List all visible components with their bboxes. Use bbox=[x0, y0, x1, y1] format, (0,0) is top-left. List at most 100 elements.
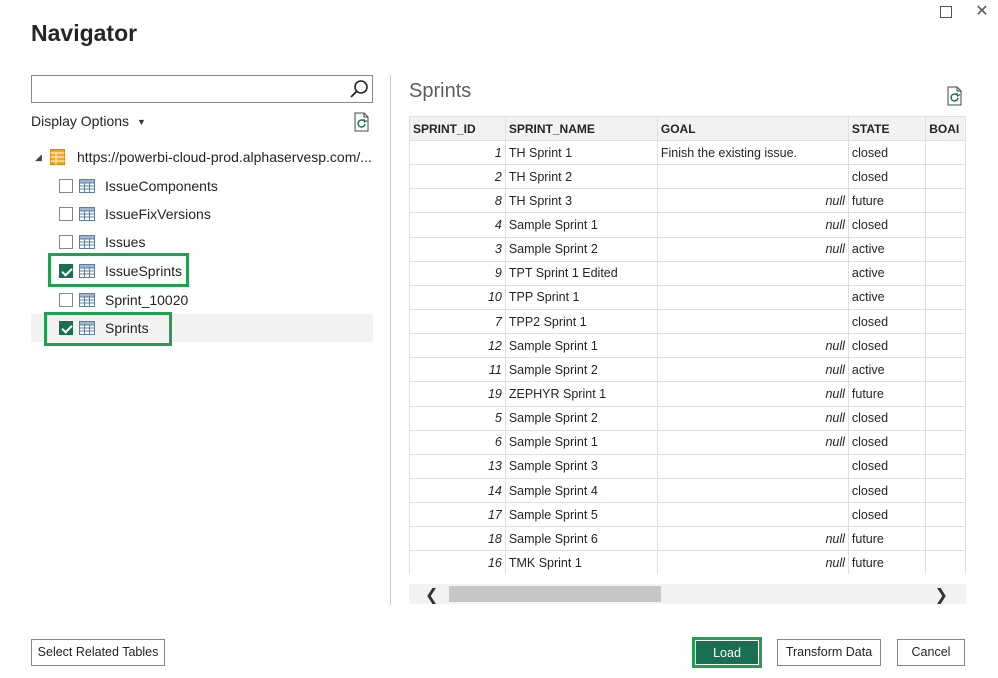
column-header[interactable]: SPRINT_NAME bbox=[505, 117, 657, 141]
cell-goal: null bbox=[657, 358, 848, 382]
cell-goal: null bbox=[657, 237, 848, 261]
cell-sprint-id: 19 bbox=[410, 382, 506, 406]
cell-sprint-name: ZEPHYR Sprint 1 bbox=[505, 382, 657, 406]
cell-goal: null bbox=[657, 406, 848, 430]
cell-goal bbox=[657, 454, 848, 478]
refresh-icon[interactable] bbox=[353, 112, 371, 132]
preview-grid[interactable]: SPRINT_ID SPRINT_NAME GOAL STATE BOAI 1T… bbox=[409, 116, 966, 574]
cell-sprint-name: TPT Sprint 1 Edited bbox=[505, 261, 657, 285]
tree-root-source[interactable]: ◢ https://powerbi-cloud-prod.alphaserves… bbox=[31, 143, 373, 171]
table-row: 9TPT Sprint 1 Editedactive bbox=[410, 261, 966, 285]
cell-sprint-name: Sample Sprint 3 bbox=[505, 454, 657, 478]
scroll-left-icon[interactable]: ❮ bbox=[425, 585, 438, 605]
table-row: 4Sample Sprint 1nullclosed bbox=[410, 213, 966, 237]
null-value: null bbox=[825, 363, 844, 377]
cell-state: closed bbox=[848, 478, 925, 502]
checkbox[interactable] bbox=[59, 179, 73, 193]
tree-item-issuecomponents[interactable]: IssueComponents bbox=[31, 172, 373, 200]
cell-goal: null bbox=[657, 430, 848, 454]
checkbox[interactable] bbox=[59, 235, 73, 249]
cell-board bbox=[926, 454, 966, 478]
tree-item-label: IssueComponents bbox=[105, 172, 218, 200]
cell-board bbox=[926, 309, 966, 333]
table-row: 1TH Sprint 1Finish the existing issue.cl… bbox=[410, 141, 966, 165]
cell-sprint-name: Sample Sprint 4 bbox=[505, 478, 657, 502]
table-row: 5Sample Sprint 2nullclosed bbox=[410, 406, 966, 430]
column-header[interactable]: GOAL bbox=[657, 117, 848, 141]
search-input[interactable] bbox=[31, 75, 373, 103]
cell-goal bbox=[657, 478, 848, 502]
cell-state: closed bbox=[848, 454, 925, 478]
cell-board bbox=[926, 213, 966, 237]
checkbox[interactable] bbox=[59, 207, 73, 221]
null-value: null bbox=[825, 387, 844, 401]
load-button[interactable]: Load bbox=[696, 641, 758, 664]
table-icon bbox=[79, 179, 95, 193]
cell-board bbox=[926, 382, 966, 406]
maximize-icon[interactable] bbox=[936, 2, 956, 22]
display-options-label: Display Options bbox=[31, 113, 129, 129]
database-icon bbox=[50, 149, 65, 165]
column-header[interactable]: SPRINT_ID bbox=[410, 117, 506, 141]
data-table: SPRINT_ID SPRINT_NAME GOAL STATE BOAI 1T… bbox=[409, 116, 966, 574]
checkbox[interactable] bbox=[59, 293, 73, 307]
cell-board bbox=[926, 237, 966, 261]
table-header-row: SPRINT_ID SPRINT_NAME GOAL STATE BOAI bbox=[410, 117, 966, 141]
preview-title: Sprints bbox=[409, 80, 471, 103]
cell-state: closed bbox=[848, 503, 925, 527]
tree-item-issues[interactable]: Issues bbox=[31, 228, 373, 256]
source-url: https://powerbi-cloud-prod.alphaservesp.… bbox=[77, 143, 372, 171]
cell-goal bbox=[657, 503, 848, 527]
search-icon[interactable] bbox=[348, 78, 370, 100]
scroll-right-icon[interactable]: ❯ bbox=[935, 585, 948, 605]
cell-sprint-id: 1 bbox=[410, 141, 506, 165]
cell-goal: null bbox=[657, 334, 848, 358]
tree-item-sprint-10020[interactable]: Sprint_10020 bbox=[31, 286, 373, 314]
table-row: 6Sample Sprint 1nullclosed bbox=[410, 430, 966, 454]
scrollbar-thumb[interactable] bbox=[449, 586, 661, 602]
cell-sprint-id: 8 bbox=[410, 189, 506, 213]
null-value: null bbox=[825, 194, 844, 208]
cancel-button[interactable]: Cancel bbox=[897, 639, 965, 666]
horizontal-scrollbar[interactable]: ❮ ❯ bbox=[409, 584, 966, 604]
cell-goal: null bbox=[657, 213, 848, 237]
dialog-title: Navigator bbox=[31, 20, 137, 47]
column-header[interactable]: STATE bbox=[848, 117, 925, 141]
cell-goal bbox=[657, 261, 848, 285]
null-value: null bbox=[825, 435, 844, 449]
cell-sprint-name: Sample Sprint 2 bbox=[505, 358, 657, 382]
cell-sprint-name: TPP Sprint 1 bbox=[505, 285, 657, 309]
cell-board bbox=[926, 478, 966, 502]
refresh-preview-icon[interactable] bbox=[946, 86, 964, 106]
cell-sprint-id: 13 bbox=[410, 454, 506, 478]
cell-sprint-id: 14 bbox=[410, 478, 506, 502]
close-icon[interactable]: ✕ bbox=[972, 2, 992, 22]
cell-sprint-id: 11 bbox=[410, 358, 506, 382]
tree-item-issuefixversions[interactable]: IssueFixVersions bbox=[31, 200, 373, 228]
cell-sprint-id: 6 bbox=[410, 430, 506, 454]
table-row: 10TPP Sprint 1active bbox=[410, 285, 966, 309]
table-row: 12Sample Sprint 1nullclosed bbox=[410, 334, 966, 358]
search-field[interactable] bbox=[32, 76, 342, 102]
cell-board bbox=[926, 165, 966, 189]
cell-state: closed bbox=[848, 406, 925, 430]
display-options-dropdown[interactable]: Display Options ▼ bbox=[31, 113, 146, 129]
pane-divider bbox=[390, 75, 391, 605]
table-icon bbox=[79, 293, 95, 307]
tree-item-label: IssueFixVersions bbox=[105, 200, 211, 228]
table-row: 13Sample Sprint 3 closed bbox=[410, 454, 966, 478]
chevron-down-icon: ▼ bbox=[137, 117, 146, 127]
cell-sprint-name: Sample Sprint 5 bbox=[505, 503, 657, 527]
cell-sprint-name: Sample Sprint 2 bbox=[505, 406, 657, 430]
column-header[interactable]: BOAI bbox=[926, 117, 966, 141]
null-value: null bbox=[825, 218, 844, 232]
null-value: null bbox=[825, 242, 844, 256]
cell-goal bbox=[657, 285, 848, 309]
cell-state: active bbox=[848, 358, 925, 382]
cell-board bbox=[926, 358, 966, 382]
cell-board bbox=[926, 189, 966, 213]
collapse-triangle-icon[interactable]: ◢ bbox=[35, 143, 42, 171]
select-related-tables-button[interactable]: Select Related Tables bbox=[31, 639, 165, 666]
cell-state: closed bbox=[848, 213, 925, 237]
transform-data-button[interactable]: Transform Data bbox=[777, 639, 881, 666]
